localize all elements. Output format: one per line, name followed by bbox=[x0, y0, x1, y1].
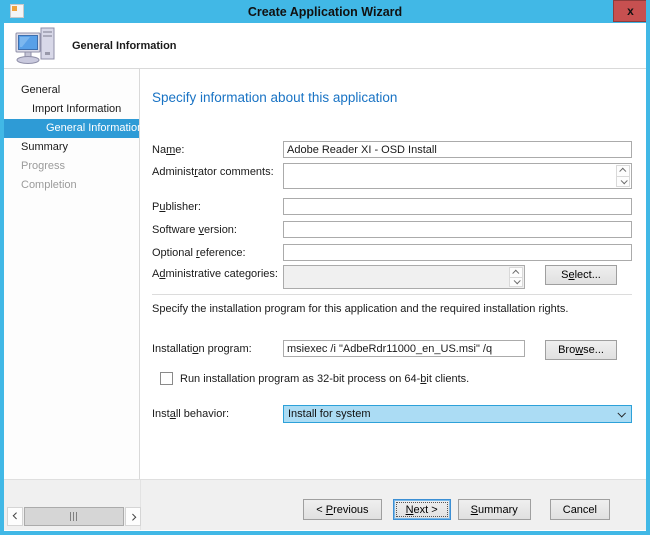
page-title: General Information bbox=[72, 40, 177, 52]
administrator-comments-input[interactable] bbox=[283, 163, 632, 189]
computer-icon bbox=[14, 26, 58, 66]
select-button[interactable]: Select... bbox=[545, 265, 617, 285]
optional-reference-label: Optional reference: bbox=[152, 244, 283, 261]
administrator-comments-label: Administrator comments: bbox=[152, 163, 283, 189]
run-32bit-checkbox-label[interactable]: Run installation program as 32-bit proce… bbox=[180, 373, 469, 385]
scroll-right-icon[interactable] bbox=[125, 507, 141, 526]
sidebar-item-general[interactable]: General bbox=[4, 81, 139, 100]
sidebar-item-import-information[interactable]: Import Information bbox=[4, 100, 139, 119]
install-behavior-selected-value: Install for system bbox=[288, 408, 618, 420]
publisher-input[interactable] bbox=[283, 198, 632, 215]
software-version-label: Software version: bbox=[152, 221, 283, 238]
chevron-down-icon bbox=[617, 409, 625, 417]
scroll-up-icon[interactable] bbox=[509, 267, 523, 278]
cancel-button[interactable]: Cancel bbox=[550, 499, 610, 520]
page-heading: Specify information about this applicati… bbox=[152, 90, 632, 105]
software-version-input[interactable] bbox=[283, 221, 632, 238]
administrative-categories-label: Administrative categories: bbox=[152, 265, 283, 289]
install-behavior-label: Install behavior: bbox=[152, 405, 283, 423]
wizard-page-header: General Information bbox=[4, 23, 646, 69]
optional-reference-input[interactable] bbox=[283, 244, 632, 261]
installation-program-label: Installation program: bbox=[152, 340, 283, 360]
wizard-page-content: Specify information about this applicati… bbox=[140, 69, 646, 479]
installation-program-input[interactable] bbox=[283, 340, 525, 357]
scroll-down-icon[interactable] bbox=[509, 278, 523, 288]
scroll-up-icon[interactable] bbox=[616, 165, 630, 177]
publisher-label: Publisher: bbox=[152, 198, 283, 215]
next-button[interactable]: Next > bbox=[393, 499, 451, 520]
sidebar-item-progress: Progress bbox=[4, 157, 139, 176]
section-divider bbox=[152, 294, 632, 295]
name-label: Name: bbox=[152, 141, 283, 158]
install-behavior-dropdown[interactable]: Install for system bbox=[283, 405, 632, 423]
administrative-categories-box bbox=[283, 265, 525, 289]
sidebar-item-completion: Completion bbox=[4, 176, 139, 195]
previous-button[interactable]: < Previous bbox=[303, 499, 381, 520]
scroll-down-icon[interactable] bbox=[616, 177, 630, 188]
create-application-wizard-window: Create Application Wizard x General Info… bbox=[0, 0, 650, 535]
summary-button[interactable]: Summary bbox=[458, 499, 531, 520]
name-input[interactable] bbox=[283, 141, 632, 158]
application-icon bbox=[10, 4, 24, 18]
wizard-footer: < Previous Next > Summary Cancel bbox=[4, 479, 646, 530]
browse-button[interactable]: Browse... bbox=[545, 340, 617, 360]
close-icon[interactable]: x bbox=[613, 0, 648, 22]
scrollbar-thumb[interactable] bbox=[24, 507, 124, 526]
sidebar-horizontal-scrollbar[interactable] bbox=[7, 507, 141, 526]
wizard-steps-sidebar: General Import Information General Infor… bbox=[4, 69, 140, 479]
scrollbar-grip-icon bbox=[70, 512, 78, 521]
sidebar-item-summary[interactable]: Summary bbox=[4, 138, 139, 157]
window-title: Create Application Wizard bbox=[248, 5, 402, 19]
scroll-left-icon[interactable] bbox=[7, 507, 23, 526]
sidebar-item-general-information[interactable]: General Information bbox=[4, 119, 139, 138]
run-32bit-checkbox[interactable] bbox=[160, 372, 173, 385]
install-section-instruction: Specify the installation program for thi… bbox=[152, 303, 632, 315]
titlebar: Create Application Wizard x bbox=[4, 0, 646, 23]
